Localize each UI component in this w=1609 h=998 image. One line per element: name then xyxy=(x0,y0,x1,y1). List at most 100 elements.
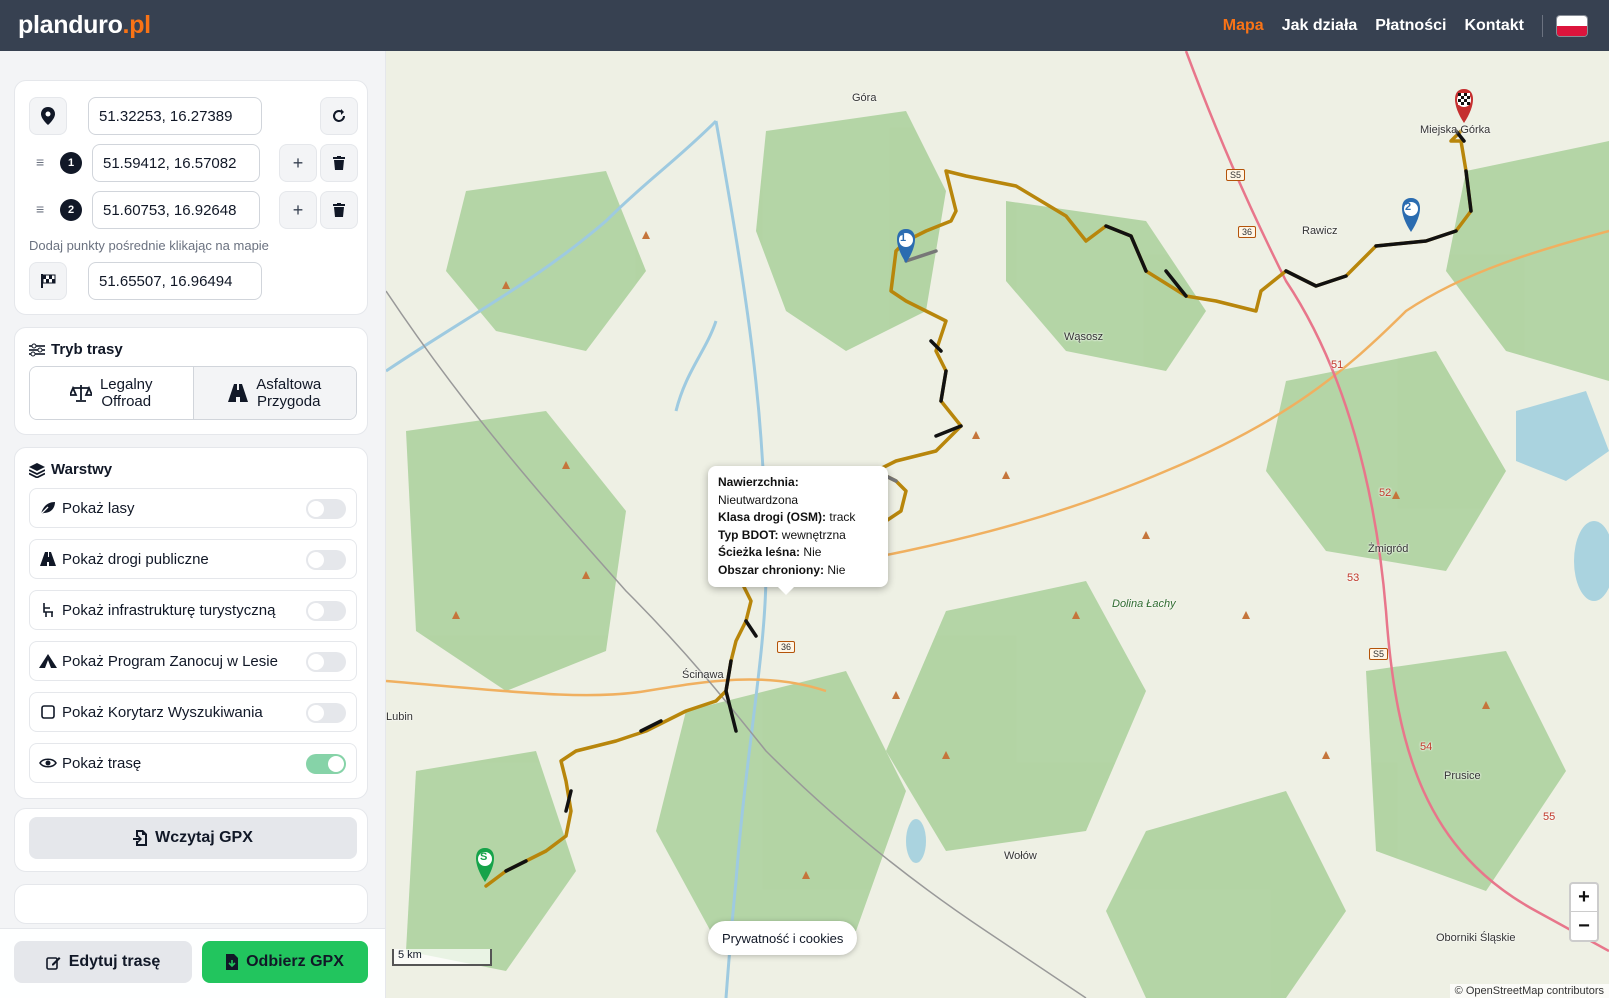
road-number: 51 xyxy=(1331,359,1344,371)
nav-link-platnosci[interactable]: Płatności xyxy=(1375,17,1446,35)
town-label: Wołów xyxy=(1004,850,1037,862)
town-label: Dolina Łachy xyxy=(1112,598,1176,610)
layers-card: Warstwy Pokaż lasy Pokaż drogi publiczne… xyxy=(14,447,368,799)
eye-icon xyxy=(38,757,58,769)
nav-menu: Mapa Jak działa Płatności Kontakt xyxy=(1223,0,1609,51)
search-corridor-toggle[interactable] xyxy=(306,703,346,723)
square-icon xyxy=(38,705,58,719)
nav-link-kontakt[interactable]: Kontakt xyxy=(1464,17,1524,35)
town-label: Oborniki Śląskie xyxy=(1436,932,1516,944)
start-label[interactable]: S xyxy=(480,851,487,863)
waypoint-number-badge: 2 xyxy=(60,199,82,221)
privacy-cookies-button[interactable]: Prywatność i cookies xyxy=(708,921,858,955)
road-shield: S5 xyxy=(1226,169,1246,181)
layer-show-route[interactable]: Pokaż trasę xyxy=(29,743,357,783)
popup-row: Klasa drogi (OSM): track xyxy=(718,510,856,524)
trash-icon xyxy=(333,156,345,170)
scale-icon xyxy=(69,385,92,402)
waypoint-hint: Dodaj punkty pośrednie klikając na mapie xyxy=(29,238,269,253)
town-label: Wąsosz xyxy=(1064,331,1104,343)
road-shield: 36 xyxy=(1238,226,1257,238)
route-mode-card: Tryb trasy Legalny Offroad Asfaltowa Przyg… xyxy=(14,327,368,435)
logo[interactable]: planduro.pl xyxy=(18,11,151,40)
road-shield: S5 xyxy=(1369,648,1389,660)
public-roads-toggle[interactable] xyxy=(306,550,346,570)
popup-row: Obszar chroniony: Nie xyxy=(718,562,846,577)
town-label: Miejska Górka xyxy=(1420,124,1491,136)
route-mode-title: Tryb trasy xyxy=(29,341,123,358)
mode-legal-offroad[interactable]: Legalny Offroad xyxy=(30,367,194,419)
plus-icon: + xyxy=(292,199,304,220)
layer-forests[interactable]: Pokaż lasy xyxy=(29,488,357,528)
layer-search-corridor[interactable]: Pokaż Korytarz Wyszukiwania xyxy=(29,692,357,732)
nav-divider xyxy=(1542,14,1543,37)
layers-icon xyxy=(29,462,45,478)
load-gpx-button[interactable]: Wczytaj GPX xyxy=(29,817,357,859)
zoom-in-button[interactable]: + xyxy=(1571,884,1597,912)
road-number: 54 xyxy=(1420,741,1433,753)
nav-link-mapa[interactable]: Mapa xyxy=(1223,17,1264,35)
map-scale: 5 km xyxy=(392,949,492,966)
layer-zanocuj-w-lesie[interactable]: Pokaż Program Zanocuj w Lesie xyxy=(29,641,357,681)
refresh-icon xyxy=(333,109,345,122)
download-gpx-button[interactable]: Odbierz GPX xyxy=(202,941,368,983)
sidebar: 51.32253, 16.27389 ≡ 1 51.59412, 16.5708… xyxy=(0,51,386,998)
waypoint-2-input[interactable]: 51.60753, 16.92648 xyxy=(92,191,260,229)
add-waypoint-button[interactable]: + xyxy=(279,191,317,229)
start-location-button[interactable] xyxy=(29,97,67,135)
drag-handle-icon[interactable]: ≡ xyxy=(36,154,44,170)
end-coord-input[interactable]: 51.65507, 16.96494 xyxy=(88,262,262,300)
map-attribution[interactable]: © OpenStreetMap contributors xyxy=(1449,984,1609,998)
waypoint-1-label[interactable]: 1 xyxy=(900,232,906,244)
car-icon xyxy=(38,552,58,566)
tourist-infrastructure-toggle[interactable] xyxy=(306,601,346,621)
pl-flag-icon[interactable] xyxy=(1557,15,1587,36)
popup-row: Ścieżka leśna: Nie xyxy=(718,545,822,559)
tent-icon xyxy=(38,654,58,668)
map-canvas[interactable]: 1 2 S Góra Miejska Górka Rawicz Wąsosz Ż… xyxy=(386,51,1609,998)
segment-info-popup: Nawierzchnia: Nieutwardzona Klasa drogi … xyxy=(708,466,888,595)
delete-waypoint-button[interactable] xyxy=(320,144,358,182)
town-label: Żmigród xyxy=(1368,543,1409,555)
file-download-icon xyxy=(226,954,239,970)
checkered-flag-icon xyxy=(41,274,56,288)
road-number: 55 xyxy=(1543,811,1556,823)
top-nav: planduro.pl Mapa Jak działa Płatności Ko… xyxy=(0,0,1609,51)
layer-public-roads[interactable]: Pokaż drogi publiczne xyxy=(29,539,357,579)
waypoint-1-input[interactable]: 51.59412, 16.57082 xyxy=(92,144,260,182)
add-waypoint-button[interactable]: + xyxy=(279,144,317,182)
road-number: 52 xyxy=(1379,487,1392,499)
reverse-route-button[interactable] xyxy=(320,97,358,135)
next-card xyxy=(14,884,368,924)
route-points-card: 51.32253, 16.27389 ≡ 1 51.59412, 16.5708… xyxy=(14,80,368,315)
mode-asphalt-adventure[interactable]: Asfaltowa Przygoda xyxy=(193,367,356,419)
action-bar: Edytuj trasę Odbierz GPX xyxy=(0,928,385,998)
route-mode-switch: Legalny Offroad Asfaltowa Przygoda xyxy=(29,366,357,420)
zoom-control: + − xyxy=(1569,882,1599,942)
nav-link-jak-dziala[interactable]: Jak działa xyxy=(1282,17,1358,35)
sliders-icon xyxy=(29,343,45,356)
town-label: Rawicz xyxy=(1302,225,1338,237)
delete-waypoint-button[interactable] xyxy=(320,191,358,229)
trash-icon xyxy=(333,203,345,217)
forests-toggle[interactable] xyxy=(306,499,346,519)
town-label: Ścinawa xyxy=(682,669,724,681)
town-label: Prusice xyxy=(1444,770,1481,782)
map-pin-icon xyxy=(41,107,55,125)
town-label: Góra xyxy=(852,92,877,104)
popup-row: Nawierzchnia: Nieutwardzona xyxy=(718,475,799,507)
zoom-out-button[interactable]: − xyxy=(1571,912,1597,940)
map-tiles xyxy=(386,51,1609,998)
waypoint-2-label[interactable]: 2 xyxy=(1405,201,1411,213)
checkered-flag-icon[interactable] xyxy=(1458,93,1470,105)
start-coord-input[interactable]: 51.32253, 16.27389 xyxy=(88,97,262,135)
layer-tourist-infrastructure[interactable]: Pokaż infrastrukturę turystyczną xyxy=(29,590,357,630)
edit-route-button[interactable]: Edytuj trasę xyxy=(14,941,192,983)
show-route-toggle[interactable] xyxy=(306,754,346,774)
road-icon xyxy=(228,384,249,402)
finish-location-button[interactable] xyxy=(29,262,67,300)
road-number: 53 xyxy=(1347,572,1360,584)
waypoint-number-badge: 1 xyxy=(60,152,82,174)
drag-handle-icon[interactable]: ≡ xyxy=(36,201,44,217)
zanocuj-toggle[interactable] xyxy=(306,652,346,672)
